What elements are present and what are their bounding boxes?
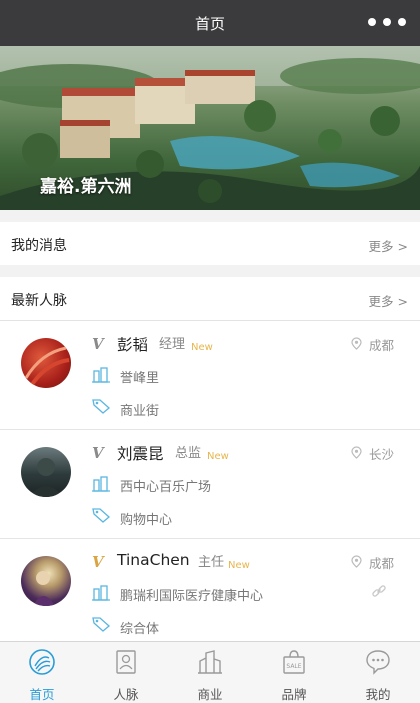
avatar <box>21 447 71 497</box>
location-pin-icon <box>351 337 362 350</box>
tag-icon <box>92 508 110 523</box>
tab-brand[interactable]: SALE 品牌 <box>252 642 336 703</box>
brand-bag-icon: SALE <box>283 650 305 674</box>
building-icon <box>92 367 110 383</box>
building-icon <box>92 476 110 492</box>
page-title: 首页 <box>194 15 225 33</box>
contact-role: 总监 <box>175 446 202 461</box>
contacts-list: V 彭韬 经理 New 成都 誉峰里 商业街 V 刘震昆 总监 New 长沙 西… <box>0 321 420 641</box>
link-icon[interactable] <box>371 583 387 599</box>
tab-label: 人脉 <box>113 687 139 702</box>
tab-label: 品牌 <box>281 687 307 702</box>
latest-network-label: 最新人脉 <box>11 293 67 309</box>
contact-category: 购物中心 <box>120 513 173 528</box>
contact-city: 长沙 <box>368 447 394 462</box>
tab-label: 我的 <box>365 687 391 702</box>
contact-category: 商业街 <box>120 404 160 419</box>
more-options-icon[interactable] <box>368 16 406 28</box>
contact-city: 成都 <box>368 338 394 353</box>
location-pin-icon <box>351 555 362 568</box>
contact-city: 成都 <box>368 556 394 571</box>
contact-category: 综合体 <box>120 622 160 637</box>
building-icon <box>92 585 110 601</box>
tab-label: 商业 <box>197 687 223 702</box>
verified-v-gold-icon: V <box>92 553 104 571</box>
home-icon <box>29 649 55 675</box>
tab-home[interactable]: 首页 <box>0 642 84 703</box>
top-bar: 首页 <box>0 0 420 46</box>
network-more-link[interactable]: 更多 > <box>369 291 408 310</box>
contact-role: 经理 <box>159 337 186 352</box>
my-messages-label: 我的消息 <box>11 238 67 254</box>
contact-card[interactable]: V 彭韬 经理 New 成都 誉峰里 商业街 <box>0 321 420 430</box>
contact-card[interactable]: V 刘震昆 总监 New 长沙 西中心百乐广场 购物中心 <box>0 430 420 539</box>
messages-more-link[interactable]: 更多 > <box>369 236 408 255</box>
new-badge: New <box>207 451 229 462</box>
new-badge: New <box>191 342 213 353</box>
contact-company: 誉峰里 <box>120 371 160 386</box>
verified-v-icon: V <box>92 335 104 353</box>
tag-icon <box>92 617 110 632</box>
contacts-icon <box>116 650 136 674</box>
contact-role: 主任 <box>198 555 225 570</box>
tag-icon <box>92 399 110 414</box>
new-badge: New <box>228 560 250 571</box>
verified-v-icon: V <box>92 444 104 462</box>
chat-profile-icon <box>366 650 390 675</box>
contact-company: 鹏瑞利国际医疗健康中心 <box>120 589 264 604</box>
bottom-tab-bar: 首页 人脉 商业 SALE 品牌 我的 <box>0 641 420 703</box>
location-pin-icon <box>351 446 362 459</box>
banner-caption: 嘉裕.第六洲 <box>40 177 132 197</box>
contact-name: 彭韬 <box>117 336 149 354</box>
contact-company: 西中心百乐广场 <box>120 480 212 495</box>
tab-profile[interactable]: 我的 <box>336 642 420 703</box>
my-messages-row[interactable]: 我的消息 更多 > <box>0 222 420 265</box>
contact-name: 刘震昆 <box>117 445 164 463</box>
contact-name: TinaChen <box>117 551 190 569</box>
svg-text:SALE: SALE <box>286 663 301 670</box>
tab-label: 首页 <box>29 687 55 702</box>
tab-contacts[interactable]: 人脉 <box>84 642 168 703</box>
avatar <box>21 338 71 388</box>
tab-business[interactable]: 商业 <box>168 642 252 703</box>
avatar <box>21 556 71 606</box>
contact-card[interactable]: V TinaChen 主任 New 成都 鹏瑞利国际医疗健康中心 综合体 <box>0 539 420 641</box>
latest-network-header: 最新人脉 更多 > <box>0 277 420 320</box>
banner-image[interactable]: 嘉裕.第六洲 <box>0 46 420 210</box>
building-icon <box>198 650 222 674</box>
